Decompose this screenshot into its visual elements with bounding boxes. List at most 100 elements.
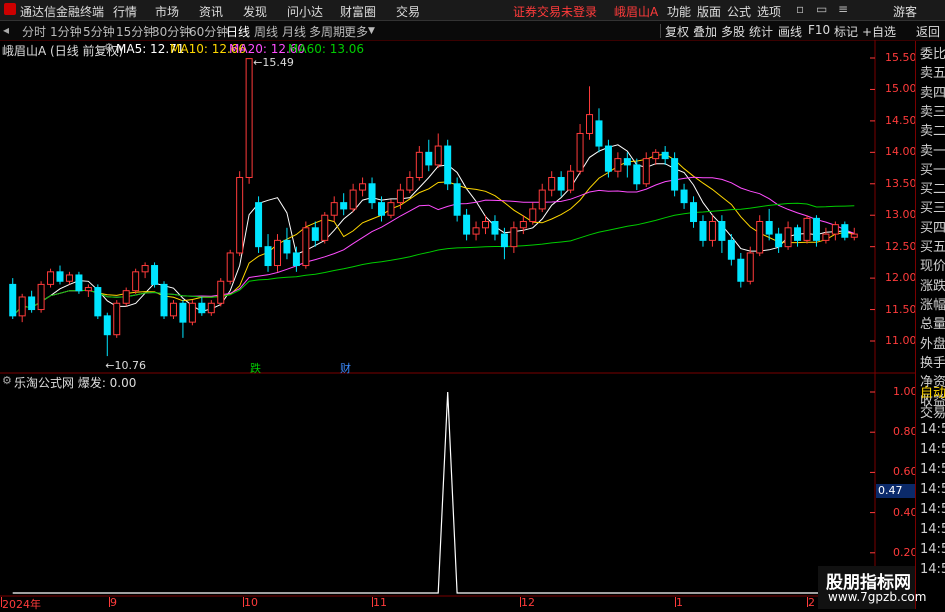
menu-layout[interactable]: 版面 bbox=[697, 3, 721, 20]
menu-functions[interactable]: 功能 bbox=[667, 3, 691, 20]
quote-field-label: 卖三 bbox=[920, 104, 945, 120]
toolbar-separator bbox=[660, 24, 661, 38]
menu-wealth[interactable]: 财富圈 bbox=[340, 3, 376, 20]
quote-field-label: 买三 bbox=[920, 201, 945, 217]
candle-body bbox=[614, 158, 622, 172]
multi-stock-button[interactable]: 多股 bbox=[721, 23, 745, 40]
candle-body bbox=[718, 221, 726, 241]
tab-5min[interactable]: 5分钟 bbox=[83, 23, 115, 40]
more-chevron-icon[interactable]: ▼ bbox=[368, 26, 375, 36]
menu-icon[interactable]: ≡ bbox=[838, 2, 848, 16]
candle-body bbox=[756, 221, 764, 254]
candle-body bbox=[311, 227, 319, 241]
candle-body bbox=[198, 302, 206, 314]
candle-body bbox=[652, 151, 660, 160]
menu-ask[interactable]: 问小达 bbox=[287, 3, 323, 20]
user-label[interactable]: 游客 bbox=[893, 3, 917, 20]
candle-body bbox=[359, 183, 367, 191]
candle-body bbox=[463, 214, 471, 235]
tab-1min[interactable]: 1分钟 bbox=[50, 23, 82, 40]
candle-body bbox=[500, 233, 508, 248]
candle-body bbox=[425, 151, 433, 166]
menu-market-quotes[interactable]: 行情 bbox=[113, 3, 137, 20]
candle-body bbox=[47, 271, 55, 285]
quote-field-label: 换手 bbox=[920, 355, 945, 371]
menu-market[interactable]: 市场 bbox=[155, 3, 179, 20]
candle-body bbox=[65, 274, 73, 282]
f10-button[interactable]: F10 bbox=[808, 23, 830, 37]
add-watchlist-button[interactable]: +自选 bbox=[862, 23, 896, 40]
price-tick-label: 12.50 bbox=[885, 239, 917, 253]
candle-body bbox=[292, 252, 300, 267]
candle-body bbox=[529, 208, 537, 223]
candle-body bbox=[103, 315, 111, 336]
candle-body bbox=[207, 302, 215, 314]
tab-30min[interactable]: 30分钟 bbox=[152, 23, 191, 40]
candle-body bbox=[56, 271, 64, 282]
tab-60min[interactable]: 60分钟 bbox=[189, 23, 228, 40]
high-price-label: ←15.49 bbox=[253, 55, 294, 69]
date-tick-label: 11 bbox=[373, 596, 387, 609]
menu-trade[interactable]: 交易 bbox=[396, 3, 420, 20]
price-tick-label: 13.00 bbox=[885, 208, 917, 222]
quote-field-label: 买一 bbox=[920, 162, 945, 178]
event-marker-finance[interactable]: 财 bbox=[340, 360, 351, 376]
candle-body bbox=[642, 158, 650, 185]
trade-tick-label: 14:56 bbox=[920, 482, 945, 497]
candle-body bbox=[368, 183, 376, 204]
menu-news[interactable]: 资讯 bbox=[199, 3, 223, 20]
tab-intraday[interactable]: 分时 bbox=[22, 23, 46, 40]
stats-button[interactable]: 统计 bbox=[749, 23, 773, 40]
tab-daily[interactable]: 日线 bbox=[226, 23, 250, 40]
kline-chart[interactable] bbox=[0, 40, 915, 609]
overlay-button[interactable]: 叠加 bbox=[693, 23, 717, 40]
candle-body bbox=[623, 158, 631, 166]
candle-body bbox=[226, 252, 234, 282]
menu-options[interactable]: 选项 bbox=[757, 3, 781, 20]
sub-tick-label: 1.00 bbox=[893, 385, 918, 398]
sub-tick-label: 0.20 bbox=[893, 545, 918, 559]
candle-body bbox=[775, 233, 783, 248]
trade-login-warning[interactable]: 证券交易未登录 bbox=[513, 3, 597, 20]
candle-body bbox=[245, 58, 253, 178]
tab-multi-period[interactable]: 多周期 bbox=[309, 23, 345, 40]
candle-body bbox=[803, 217, 811, 241]
trade-tick-label: 14:56 bbox=[920, 422, 945, 437]
candle-body bbox=[387, 202, 395, 216]
date-tick bbox=[372, 597, 373, 607]
sub-settings-icon[interactable]: ⚙ bbox=[2, 374, 12, 387]
trade-tick-label: 14:56 bbox=[920, 502, 945, 517]
date-tick-label: 12 bbox=[521, 596, 535, 609]
tab-weekly[interactable]: 周线 bbox=[254, 23, 278, 40]
tab-monthly[interactable]: 月线 bbox=[282, 23, 306, 40]
back-button[interactable]: 返回 bbox=[916, 23, 940, 40]
date-tick-label: 2024年 bbox=[2, 598, 41, 611]
event-marker-fall[interactable]: 跌 bbox=[250, 360, 261, 376]
candle-body bbox=[396, 189, 404, 204]
candle-body bbox=[349, 189, 357, 210]
mark-button[interactable]: 标记 bbox=[834, 23, 858, 40]
quote-field-label: 现价 bbox=[920, 259, 945, 275]
collapse-icon[interactable]: ◂ bbox=[3, 23, 9, 37]
menu-formula[interactable]: 公式 bbox=[727, 3, 751, 20]
quote-field-label: 卖二 bbox=[920, 124, 945, 140]
candle-body bbox=[784, 227, 792, 248]
quote-field-label: 买五 bbox=[920, 240, 945, 255]
candle-body bbox=[188, 302, 196, 323]
draw-line-button[interactable]: 画线 bbox=[778, 23, 802, 40]
tab-15min[interactable]: 15分钟 bbox=[116, 23, 155, 40]
tab-more[interactable]: 更多 bbox=[344, 23, 368, 40]
candle-body bbox=[75, 274, 83, 292]
low-price-label: ←10.76 bbox=[105, 359, 146, 373]
candle-body bbox=[94, 287, 102, 317]
candle-body bbox=[604, 145, 612, 172]
price-tick-label: 14.50 bbox=[885, 113, 917, 127]
quote-field-label: 涨幅 bbox=[920, 297, 945, 313]
trade-tick-label: 自动 bbox=[920, 386, 945, 401]
adjust-button[interactable]: 复权 bbox=[665, 23, 689, 40]
quote-field-label: 涨跌 bbox=[920, 278, 945, 294]
menu-discover[interactable]: 发现 bbox=[243, 3, 267, 20]
price-tick-label: 11.00 bbox=[885, 334, 917, 347]
restore-icon[interactable]: ▭ bbox=[816, 2, 827, 16]
minimize-icon[interactable]: ▫ bbox=[796, 2, 804, 16]
